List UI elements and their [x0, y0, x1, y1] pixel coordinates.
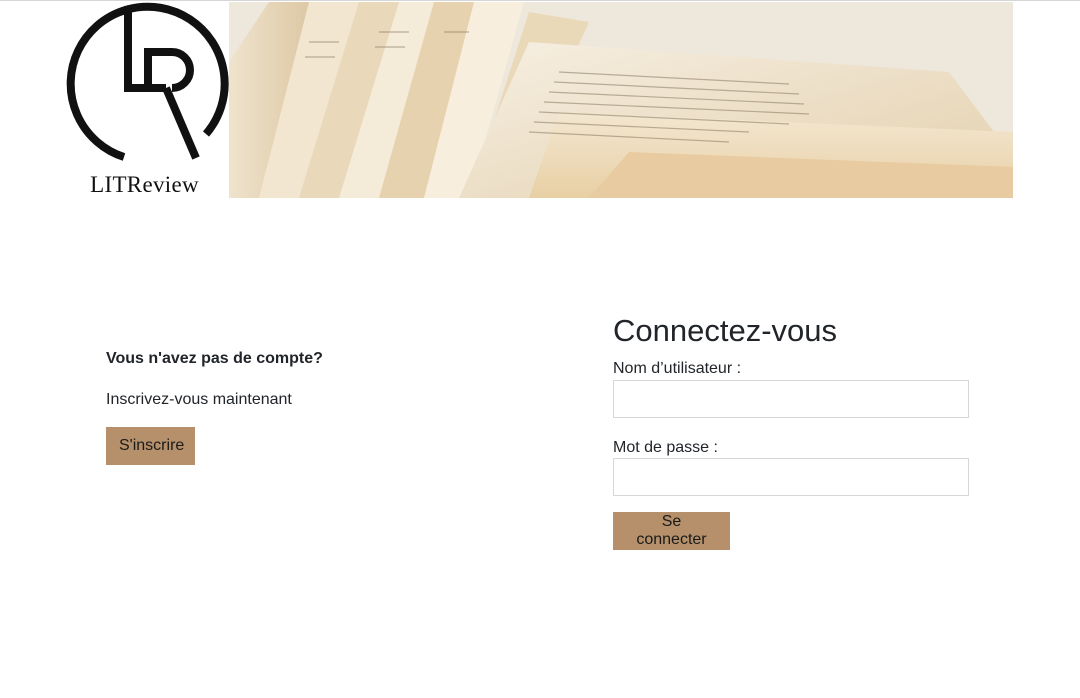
top-divider: [0, 0, 1080, 1]
open-book-icon: [229, 2, 1013, 198]
signup-text: Inscrivez-vous maintenant: [106, 391, 292, 408]
signup-question: Vous n'avez pas de compte?: [106, 350, 323, 367]
signup-button[interactable]: S'inscrire: [106, 427, 195, 465]
password-input[interactable]: [613, 458, 969, 496]
lr-logo-icon: [66, 2, 229, 161]
site-header: LITReview: [60, 2, 1013, 198]
site-logo[interactable]: LITReview: [60, 2, 229, 198]
login-title: Connectez-vous: [613, 313, 838, 348]
password-label: Mot de passe :: [613, 439, 718, 456]
header-banner-image: [229, 2, 1013, 198]
login-button[interactable]: Se connecter: [613, 512, 730, 550]
logo-text: LITReview: [90, 172, 199, 197]
username-input[interactable]: [613, 380, 969, 418]
username-label: Nom d’utilisateur :: [613, 360, 742, 377]
